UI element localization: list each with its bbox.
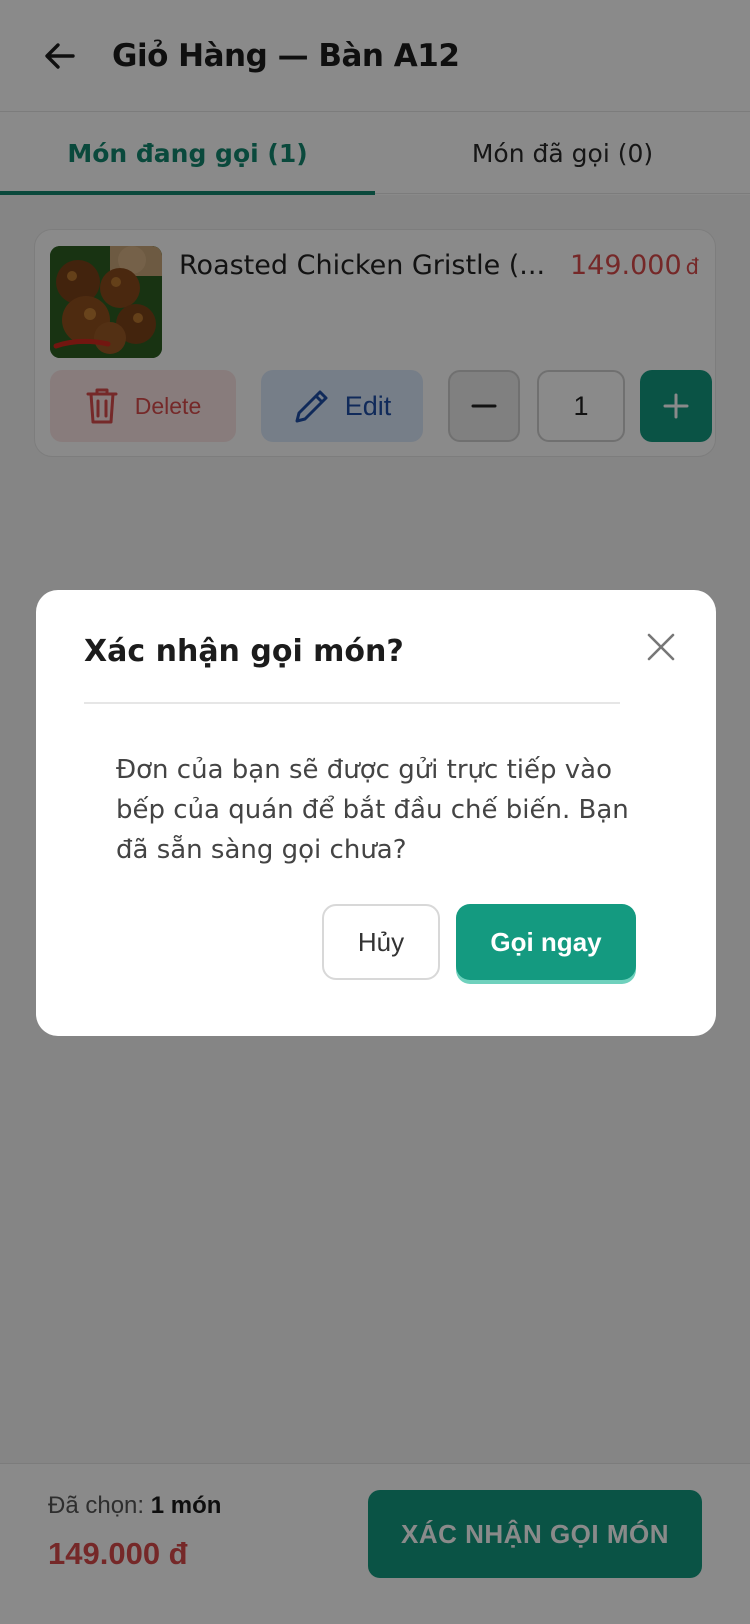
close-icon <box>647 633 675 661</box>
order-now-button[interactable]: Gọi ngay <box>456 904 636 980</box>
dialog-message: Đơn của bạn sẽ được gửi trực tiếp vào bế… <box>116 755 629 865</box>
confirm-order-dialog: Xác nhận gọi món? Đơn của bạn sẽ được gử… <box>36 590 716 1036</box>
cancel-button[interactable]: Hủy <box>322 904 440 980</box>
dialog-divider <box>84 702 620 704</box>
close-button[interactable] <box>644 630 678 664</box>
dialog-title: Xác nhận gọi món? <box>84 634 404 669</box>
